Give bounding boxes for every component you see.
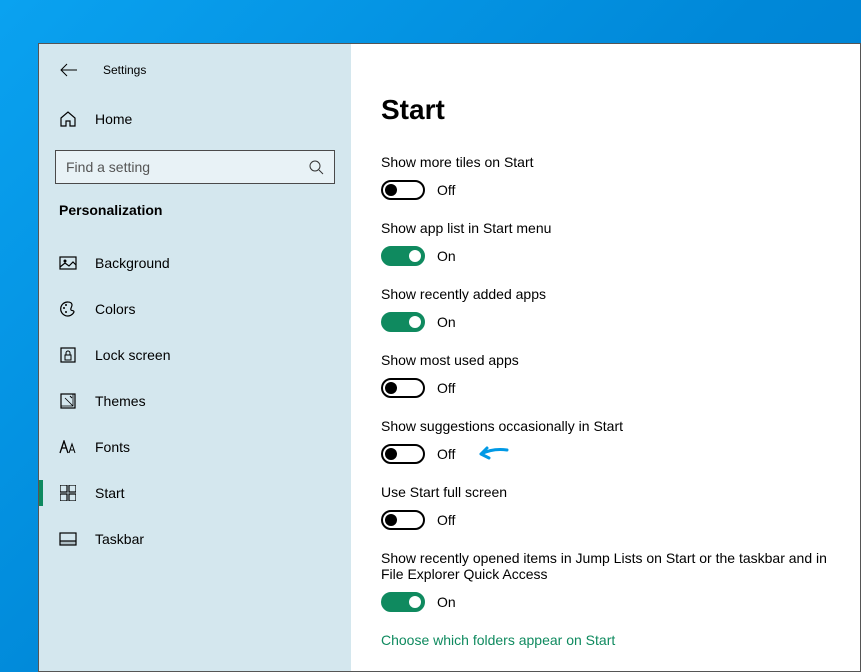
toggle-row: On [381, 592, 830, 612]
search-box[interactable] [55, 150, 335, 184]
toggle-row: Off [381, 510, 830, 530]
setting-row: Show most used apps Off [381, 352, 830, 398]
nav-label: Lock screen [95, 347, 170, 363]
picture-icon [59, 254, 77, 272]
settings-list: Show more tiles on Start Off Show app list… [381, 154, 830, 612]
toggle-state-text: On [437, 314, 456, 330]
settings-window: Settings Home Personalization Background… [38, 43, 861, 672]
search-input[interactable] [66, 159, 302, 175]
palette-icon [59, 300, 77, 318]
toggle-state-text: Off [437, 182, 455, 198]
fonts-icon [59, 438, 77, 456]
toggle-state-text: Off [437, 380, 455, 396]
setting-label: Show app list in Start menu [381, 220, 830, 236]
setting-row: Show recently added apps On [381, 286, 830, 332]
toggle-switch[interactable] [381, 592, 425, 612]
setting-label: Show recently added apps [381, 286, 830, 302]
nav-label: Colors [95, 301, 135, 317]
start-icon [59, 484, 77, 502]
toggle-switch[interactable] [381, 180, 425, 200]
setting-label: Show recently opened items in Jump Lists… [381, 550, 830, 582]
nav-label: Background [95, 255, 170, 271]
toggle-state-text: On [437, 594, 456, 610]
back-button[interactable] [59, 60, 79, 80]
nav-item-background[interactable]: Background [39, 240, 351, 286]
page-title: Start [381, 94, 830, 126]
setting-label: Show more tiles on Start [381, 154, 830, 170]
nav-item-colors[interactable]: Colors [39, 286, 351, 332]
nav-label: Fonts [95, 439, 130, 455]
toggle-switch[interactable] [381, 312, 425, 332]
section-header: Personalization [39, 202, 351, 240]
nav-label: Taskbar [95, 531, 144, 547]
content-pane: Start Show more tiles on Start Off Show ap… [351, 44, 860, 671]
window-title: Settings [103, 63, 146, 77]
toggle-row: Off [381, 180, 830, 200]
toggle-row: On [381, 246, 830, 266]
setting-label: Show suggestions occasionally in Start [381, 418, 830, 434]
setting-label: Show most used apps [381, 352, 830, 368]
search-icon [308, 159, 324, 175]
toggle-row: On [381, 312, 830, 332]
setting-row: Show app list in Start menu On [381, 220, 830, 266]
home-label: Home [95, 111, 132, 127]
nav-item-fonts[interactable]: Fonts [39, 424, 351, 470]
nav-item-taskbar[interactable]: Taskbar [39, 516, 351, 562]
nav-item-start[interactable]: Start [39, 470, 351, 516]
folders-link[interactable]: Choose which folders appear on Start [381, 632, 830, 648]
themes-icon [59, 392, 77, 410]
toggle-state-text: On [437, 248, 456, 264]
back-arrow-icon [60, 63, 78, 77]
toggle-state-text: Off [437, 512, 455, 528]
toggle-switch[interactable] [381, 378, 425, 398]
sidebar: Settings Home Personalization Background… [39, 44, 351, 671]
toggle-row: Off [381, 444, 830, 464]
titlebar: Settings [39, 52, 351, 98]
setting-row: Use Start full screen Off [381, 484, 830, 530]
toggle-row: Off [381, 378, 830, 398]
setting-row: Show suggestions occasionally in Start Of… [381, 418, 830, 464]
home-icon [59, 110, 77, 128]
setting-row: Show more tiles on Start Off [381, 154, 830, 200]
nav-label: Themes [95, 393, 146, 409]
annotation-arrow-icon [473, 444, 509, 464]
toggle-switch[interactable] [381, 510, 425, 530]
setting-label: Use Start full screen [381, 484, 830, 500]
toggle-switch[interactable] [381, 246, 425, 266]
lock-frame-icon [59, 346, 77, 364]
toggle-state-text: Off [437, 446, 455, 462]
sidebar-home[interactable]: Home [39, 98, 351, 140]
setting-row: Show recently opened items in Jump Lists… [381, 550, 830, 612]
toggle-switch[interactable] [381, 444, 425, 464]
nav-list: Background Colors Lock screen Themes Fonts St… [39, 240, 351, 562]
nav-item-themes[interactable]: Themes [39, 378, 351, 424]
nav-label: Start [95, 485, 125, 501]
taskbar-icon [59, 530, 77, 548]
nav-item-lock-screen[interactable]: Lock screen [39, 332, 351, 378]
